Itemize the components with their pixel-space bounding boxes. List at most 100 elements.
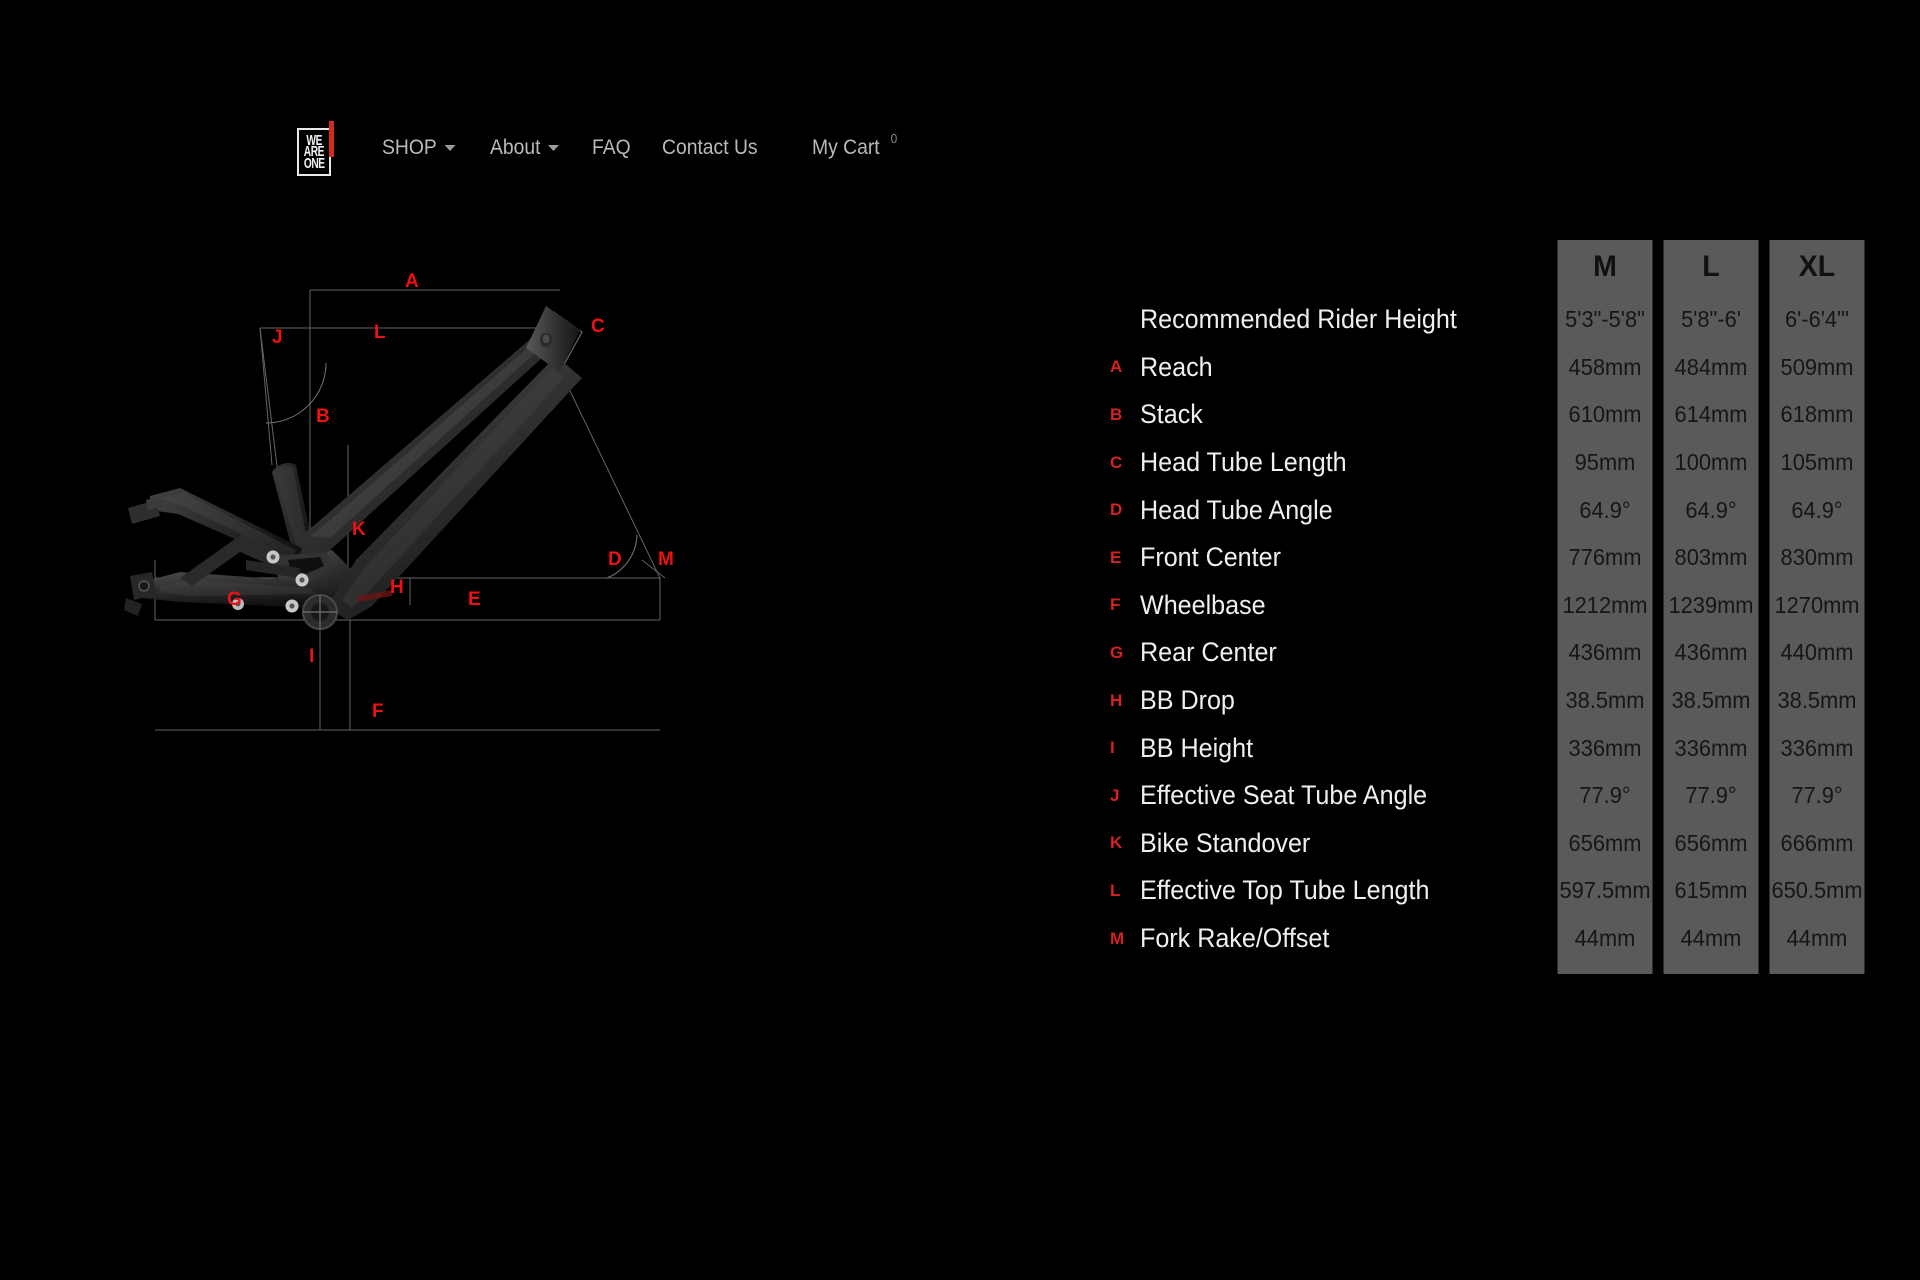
header-label-spacer (1140, 240, 1523, 296)
chevron-down-icon (547, 145, 559, 151)
table-body: Recommended Rider Height 5'3"-5'8" 5'8"-6'… (1110, 296, 1870, 963)
column-header-l: L (1663, 240, 1759, 296)
logo-line-3: ONE (303, 153, 325, 172)
nav-item-my-cart[interactable]: My Cart 0 (812, 131, 897, 160)
row-letter: M (1110, 928, 1125, 948)
column-header-m: M (1557, 240, 1653, 296)
diagram-label-B: B (316, 406, 330, 427)
cell-m: 5'3"-5'8" (1557, 296, 1653, 344)
row-letter: D (1110, 500, 1123, 520)
cart-label: My Cart (812, 136, 880, 159)
cell-xl: 830mm (1769, 533, 1865, 582)
diagram-label-I: I (309, 646, 314, 667)
cell-l: 656mm (1663, 819, 1759, 868)
diagram-label-L: L (374, 322, 386, 343)
main-navigation: SHOP About FAQ Contact Us My Cart 0 (382, 131, 933, 160)
site-logo[interactable]: WE ARE ONE (297, 121, 334, 176)
cell-m: 77.9° (1557, 771, 1653, 820)
row-letter: H (1110, 690, 1123, 710)
cell-m: 64.9° (1557, 486, 1653, 534)
nav-item-about[interactable]: About (490, 136, 559, 160)
cell-m: 44mm (1557, 914, 1653, 963)
row-label: BB Drop (1140, 685, 1235, 716)
row-label: Recommended Rider Height (1140, 304, 1457, 335)
row-letter: E (1110, 547, 1122, 567)
cell-m: 458mm (1557, 343, 1653, 392)
cell-l: 44mm (1663, 914, 1759, 963)
row-label: Effective Seat Tube Angle (1140, 780, 1428, 811)
cell-m: 597.5mm (1557, 867, 1653, 915)
table-row: K Bike Standover 656mm 656mm 666mm (1110, 819, 1870, 868)
cell-l: 64.9° (1663, 486, 1759, 534)
geometry-page: WE ARE ONE SHOP About FAQ Contact Us My … (0, 0, 1920, 1280)
cell-m: 1212mm (1557, 581, 1653, 630)
cell-l: 336mm (1663, 724, 1759, 772)
row-label: Stack (1140, 399, 1203, 430)
table-row: E Front Center 776mm 803mm 830mm (1110, 533, 1870, 582)
cell-xl: 336mm (1769, 724, 1865, 772)
diagram-label-E: E (468, 589, 481, 610)
diagram-label-J: J (272, 327, 283, 348)
row-label: Rear Center (1140, 637, 1277, 668)
bike-frame-illustration (124, 306, 582, 630)
table-row: C Head Tube Length 95mm 100mm 105mm (1110, 438, 1870, 487)
nav-item-faq[interactable]: FAQ (592, 136, 631, 160)
diagram-label-D: D (608, 549, 622, 570)
logo-accent-bar (329, 121, 334, 157)
chevron-down-icon (444, 145, 456, 151)
cell-m: 336mm (1557, 724, 1653, 772)
diagram-label-F: F (372, 701, 384, 722)
cell-xl: 650.5mm (1769, 867, 1865, 915)
cell-xl: 509mm (1769, 343, 1865, 392)
row-letter: K (1110, 833, 1123, 853)
cell-xl: 44mm (1769, 914, 1865, 963)
row-letter: A (1110, 357, 1123, 377)
row-label: Bike Standover (1140, 827, 1311, 858)
table-row: F Wheelbase 1212mm 1239mm 1270mm (1110, 581, 1870, 630)
cell-l: 615mm (1663, 867, 1759, 915)
cell-m: 95mm (1557, 438, 1653, 487)
table-row: H BB Drop 38.5mm 38.5mm 38.5mm (1110, 676, 1870, 725)
column-header-xl: XL (1769, 240, 1865, 296)
nav-item-contact-us[interactable]: Contact Us (662, 136, 758, 160)
row-label: Head Tube Angle (1140, 494, 1333, 525)
row-label: BB Height (1140, 732, 1254, 763)
cell-m: 436mm (1557, 629, 1653, 677)
row-letter: I (1110, 738, 1115, 758)
cell-m: 610mm (1557, 391, 1653, 439)
header-letter-spacer (1110, 240, 1140, 296)
row-label: Effective Top Tube Length (1140, 875, 1430, 906)
cart-count-badge: 0 (890, 131, 898, 146)
nav-item-contact-label: Contact Us (662, 136, 758, 159)
cell-m: 656mm (1557, 819, 1653, 868)
table-row: G Rear Center 436mm 436mm 440mm (1110, 629, 1870, 677)
table-bottom-spacer (1110, 962, 1870, 975)
row-letter: F (1110, 595, 1121, 615)
diagram-label-G: G (227, 589, 242, 610)
cell-l: 38.5mm (1663, 676, 1759, 725)
cell-xl: 105mm (1769, 438, 1865, 487)
diagram-label-K: K (352, 519, 366, 540)
cell-l: 100mm (1663, 438, 1759, 487)
table-row: Recommended Rider Height 5'3"-5'8" 5'8"-6'… (1110, 296, 1870, 344)
nav-item-shop[interactable]: SHOP (382, 136, 456, 160)
nav-item-faq-label: FAQ (592, 136, 632, 159)
cell-l: 1239mm (1663, 581, 1759, 630)
cell-xl: 618mm (1769, 391, 1865, 439)
table-row: M Fork Rake/Offset 44mm 44mm 44mm (1110, 914, 1870, 963)
row-letter (1110, 296, 1140, 344)
row-letter: B (1110, 404, 1123, 424)
table-row: I BB Height 336mm 336mm 336mm (1110, 724, 1870, 772)
row-label: Front Center (1140, 542, 1281, 573)
table-row: D Head Tube Angle 64.9° 64.9° 64.9° (1110, 486, 1870, 534)
cell-xl: 666mm (1769, 819, 1865, 868)
diagram-label-H: H (390, 577, 404, 598)
cell-l: 803mm (1663, 533, 1759, 582)
cell-m: 776mm (1557, 533, 1653, 582)
cell-l: 484mm (1663, 343, 1759, 392)
cell-l: 614mm (1663, 391, 1759, 439)
row-label: Reach (1140, 351, 1213, 382)
cell-xl: 6'-6'4"' (1769, 296, 1865, 344)
bike-geometry-diagram: A B C D E F G H I J K L M (120, 260, 940, 900)
cell-l: 5'8"-6' (1663, 296, 1759, 344)
